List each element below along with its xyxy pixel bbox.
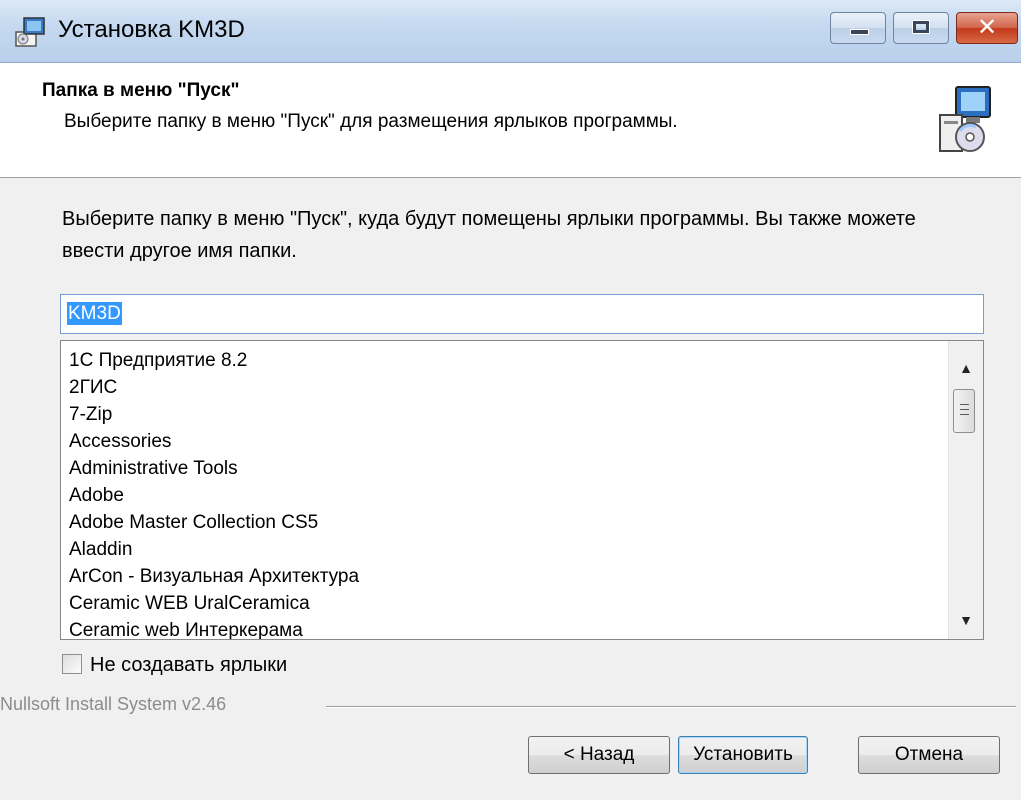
folder-list-item[interactable]: 2ГИС — [69, 374, 359, 401]
folder-name-input[interactable]: KM3D — [60, 294, 984, 334]
maximize-icon — [912, 20, 930, 34]
branding-text: Nullsoft Install System v2.46 — [0, 694, 227, 714]
maximize-button[interactable] — [893, 12, 949, 44]
scroll-thumb[interactable] — [953, 389, 975, 433]
scroll-down-arrow-icon[interactable]: ▼ — [949, 605, 983, 635]
folder-list-items: 1C Предприятие 8.2 2ГИС 7-Zip Accessories Ad… — [69, 347, 359, 639]
folder-list-item[interactable]: Adobe — [69, 482, 359, 509]
back-button[interactable]: < Назад — [528, 736, 670, 774]
folder-list-item[interactable]: Accessories — [69, 428, 359, 455]
branding-divider — [326, 706, 1016, 708]
folder-list-item[interactable]: Adobe Master Collection CS5 — [69, 509, 359, 536]
instructions-text: Выберите папку в меню "Пуск", куда будут… — [62, 208, 916, 262]
install-button[interactable]: Установить — [678, 736, 808, 774]
header-panel: Папка в меню "Пуск" Выберите папку в мен… — [0, 63, 1021, 178]
page-subtitle: Выберите папку в меню "Пуск" для размеще… — [64, 111, 678, 132]
folder-list-item[interactable]: Ceramic WEB UralCeramica — [69, 590, 359, 617]
close-icon: ✕ — [976, 14, 998, 41]
close-button[interactable]: ✕ — [956, 12, 1018, 44]
folder-list-item[interactable]: ArCon - Визуальная Архитектура — [69, 563, 359, 590]
scroll-up-arrow-icon[interactable]: ▲ — [949, 353, 983, 383]
list-scrollbar[interactable]: ▲ ▼ — [948, 341, 983, 639]
setup-computer-cd-icon — [939, 86, 991, 152]
folder-list-item[interactable]: Administrative Tools — [69, 455, 359, 482]
folder-list-item[interactable]: Aladdin — [69, 536, 359, 563]
page-title: Папка в меню "Пуск" — [42, 80, 240, 101]
start-menu-folder-list[interactable]: 1C Предприятие 8.2 2ГИС 7-Zip Accessories Ad… — [60, 340, 984, 640]
folder-list-item[interactable]: 7-Zip — [69, 401, 359, 428]
folder-list-item[interactable]: 1C Предприятие 8.2 — [69, 347, 359, 374]
folder-list-item[interactable]: Ceramic web Интеркерама — [69, 617, 359, 639]
grip-line — [960, 404, 969, 405]
grip-line — [960, 409, 969, 410]
no-shortcuts-label[interactable]: Не создавать ярлыки — [90, 651, 287, 679]
minimize-button[interactable] — [830, 12, 886, 44]
grip-line — [960, 414, 969, 415]
title-bar[interactable]: Установка KM3D ✕ — [0, 0, 1021, 63]
no-shortcuts-checkbox[interactable] — [62, 654, 82, 674]
cancel-button[interactable]: Отмена — [858, 736, 1000, 774]
installer-icon — [15, 17, 45, 47]
window-title: Установка KM3D — [58, 16, 245, 43]
minimize-icon — [850, 29, 869, 35]
folder-name-value: KM3D — [67, 302, 122, 325]
